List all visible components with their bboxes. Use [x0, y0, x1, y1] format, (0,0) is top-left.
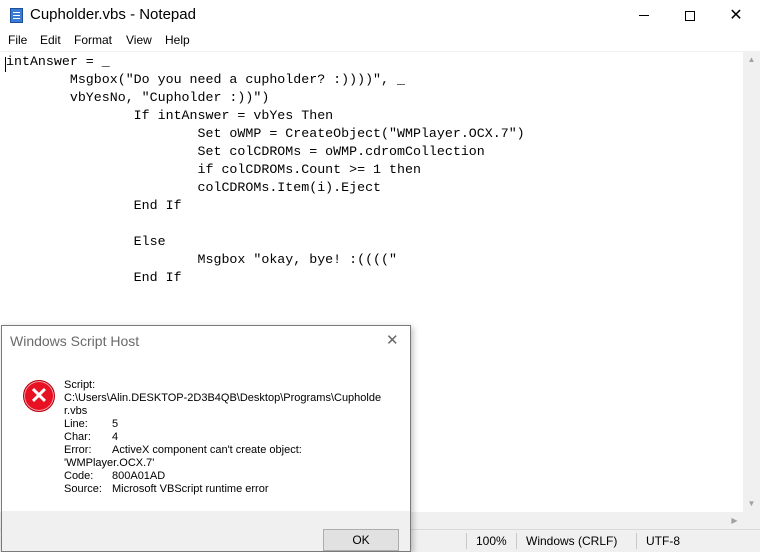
editor-content[interactable]: intAnswer = _ Msgbox("Do you need a cuph… [6, 53, 525, 287]
window-title: Cupholder.vbs - Notepad [30, 6, 196, 23]
notepad-app-icon [10, 8, 23, 23]
maximize-icon [685, 10, 695, 21]
scroll-down-icon[interactable]: ▼ [743, 495, 760, 512]
minimize-button[interactable] [621, 0, 667, 31]
error-dialog: Windows Script Host ✕ ✕ Script: C:\Users… [1, 325, 411, 552]
code-label: Code: [64, 470, 94, 482]
char-value: 4 [112, 431, 119, 443]
maximize-button[interactable] [667, 0, 713, 31]
text-caret [5, 57, 6, 72]
line-ending: Windows (CRLF) [526, 534, 618, 548]
dialog-close-icon[interactable]: ✕ [386, 331, 399, 349]
line-label: Line: [64, 418, 88, 430]
status-separator [516, 533, 517, 549]
dialog-title: Windows Script Host [10, 333, 140, 349]
ok-button[interactable]: OK [323, 529, 399, 551]
status-separator [466, 533, 467, 549]
error-message: ActiveX component can't create object: [112, 444, 302, 456]
error-icon: ✕ [23, 380, 55, 412]
source-label: Source: [64, 483, 102, 495]
encoding: UTF-8 [646, 534, 680, 548]
scroll-up-icon[interactable]: ▲ [743, 51, 760, 68]
script-path: C:\Users\Alin.DESKTOP-2D3B4QB\Desktop\Pr… [64, 392, 382, 404]
source-value: Microsoft VBScript runtime error [112, 483, 269, 495]
scroll-right-icon[interactable]: ▶ [726, 512, 743, 529]
char-label: Char: [64, 431, 91, 443]
menu-bar: File Edit Format View Help [0, 31, 760, 51]
dialog-titlebar[interactable]: Windows Script Host ✕ [2, 326, 410, 356]
zoom-level: 100% [476, 534, 507, 548]
notepad-titlebar[interactable]: Cupholder.vbs - Notepad ✕ [0, 0, 760, 31]
error-label: Error: [64, 444, 92, 456]
menu-help[interactable]: Help [165, 33, 190, 47]
scrollbar-corner [743, 512, 760, 529]
script-label: Script: [64, 379, 96, 391]
menu-view[interactable]: View [126, 33, 152, 47]
status-separator [636, 533, 637, 549]
menu-edit[interactable]: Edit [40, 33, 61, 47]
error-message-continued: 'WMPlayer.OCX.7' [64, 457, 155, 469]
script-path-continued: r.vbs [64, 405, 88, 417]
dialog-body: ✕ Script: C:\Users\Alin.DESKTOP-2D3B4QB\… [2, 356, 410, 511]
close-icon: ✕ [729, 6, 743, 24]
minimize-icon [639, 15, 649, 16]
menu-file[interactable]: File [8, 33, 27, 47]
vertical-scrollbar[interactable]: ▲ ▼ [743, 51, 760, 512]
error-details: Script: C:\Users\Alin.DESKTOP-2D3B4QB\De… [64, 379, 394, 496]
line-value: 5 [112, 418, 119, 430]
code-value: 800A01AD [112, 470, 166, 482]
menu-format[interactable]: Format [74, 33, 112, 47]
close-button[interactable]: ✕ [713, 0, 759, 31]
